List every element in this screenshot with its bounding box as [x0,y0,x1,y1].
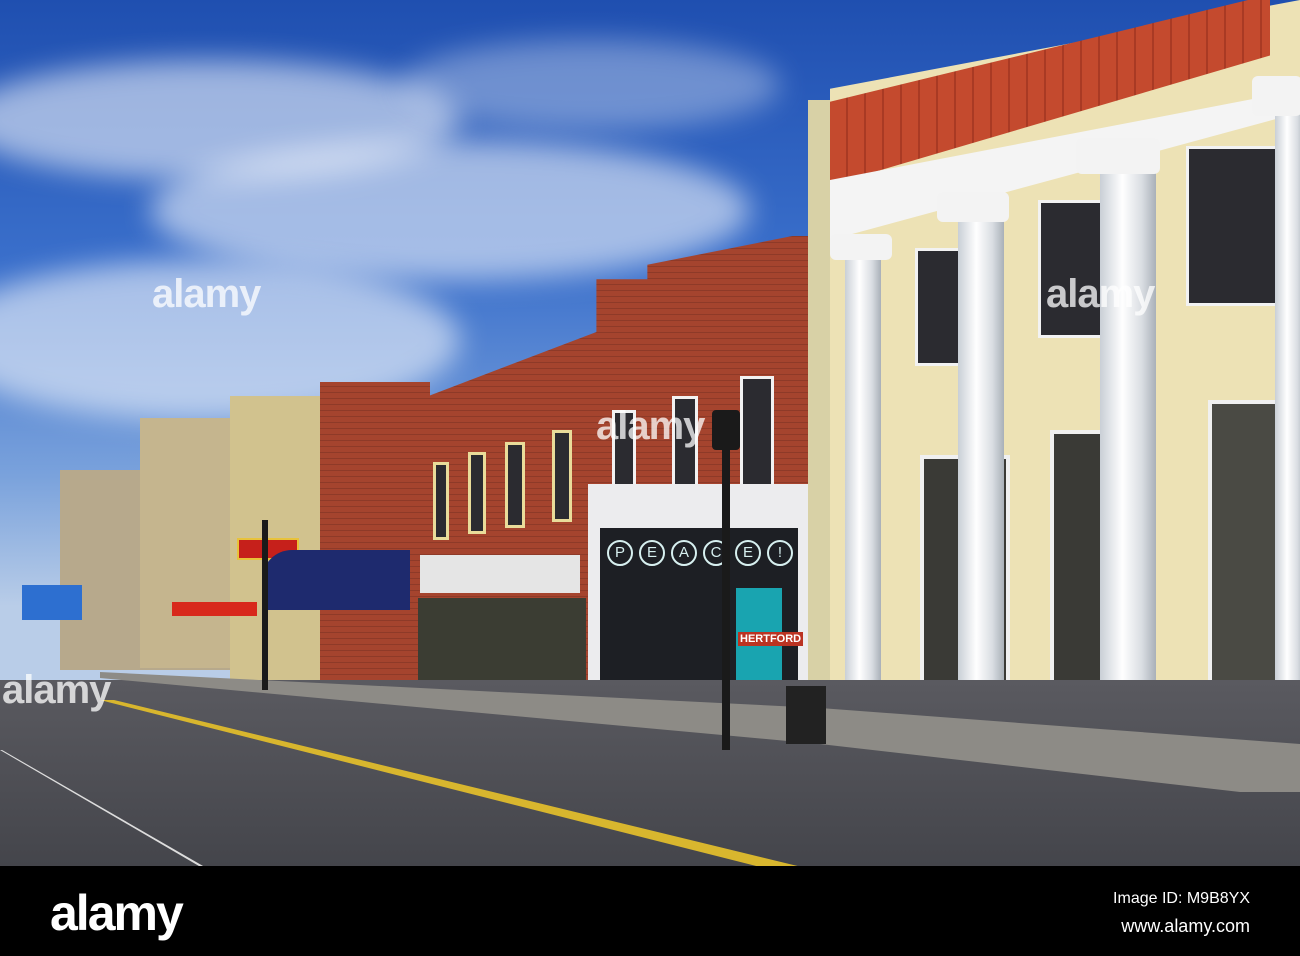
brick-building [320,382,430,692]
watermark: alamy [1046,272,1155,316]
watermark: alamy [596,404,705,448]
window-letter: P [607,540,633,566]
window-letter: E [639,540,665,566]
watermark: alamy [152,272,261,316]
window-letters: P E A C E! [600,528,798,578]
street-photo: P E A C E! HERTFORD alamy alamy alamy alamy [0,0,1300,866]
navy-awning [262,550,410,610]
window-letter: A [671,540,697,566]
street-lamp [722,410,730,750]
window-letter: E [735,540,761,566]
window-letter: ! [767,540,793,566]
website-link[interactable]: www.alamy.com [1121,916,1250,937]
door-sign: HERTFORD [738,632,804,646]
watermark: alamy [2,668,111,712]
alamy-logo: alamy [50,885,184,941]
footer-bar: alamy Image ID: M9B8YX www.alamy.com [0,866,1300,956]
image-id: Image ID: M9B8YX [1113,890,1250,907]
